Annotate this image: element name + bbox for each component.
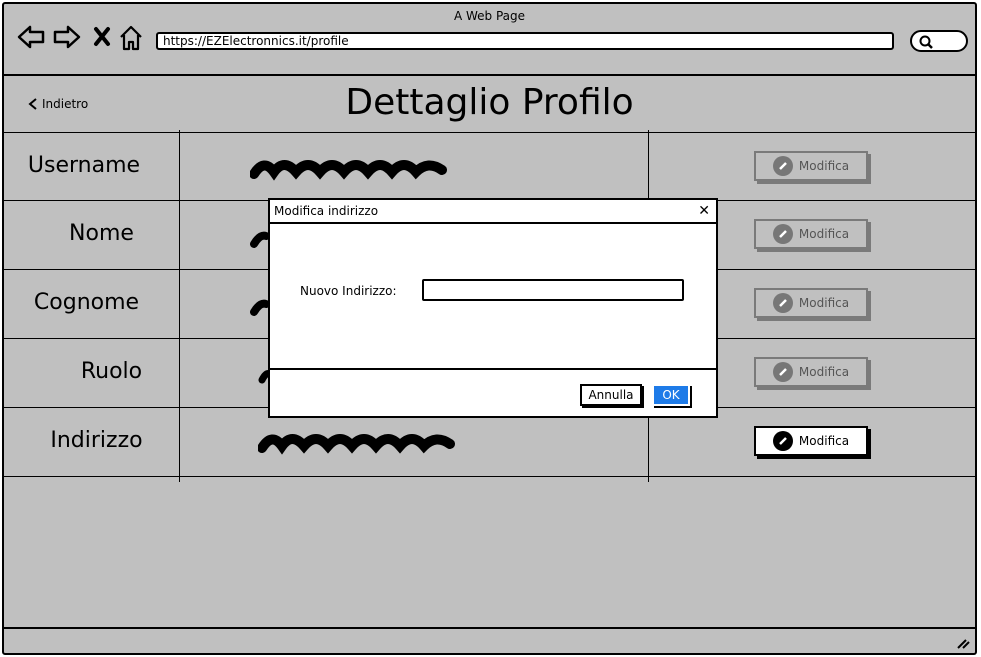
address-bar[interactable]: https://EZElectronnics.it/profile — [156, 32, 894, 50]
search-icon — [919, 35, 933, 49]
home-icon[interactable] — [118, 24, 144, 52]
dialog-title: Modifica indirizzo — [274, 204, 379, 218]
redacted-value-username — [250, 160, 447, 181]
row-label-ruolo: Ruolo — [80, 359, 143, 384]
edit-address-dialog: Modifica indirizzo ✕ Nuovo Indirizzo: An… — [268, 198, 718, 418]
table-divider — [4, 476, 975, 477]
new-address-input[interactable] — [422, 279, 684, 301]
status-bar — [4, 627, 975, 653]
page-title: Dettaglio Profilo — [345, 82, 634, 123]
pencil-icon — [772, 431, 793, 451]
forward-arrow-icon[interactable] — [52, 24, 82, 50]
pencil-icon — [772, 293, 793, 313]
edit-username-button[interactable]: Modifica — [754, 151, 868, 181]
edit-indirizzo-button[interactable]: Modifica — [754, 426, 868, 456]
redacted-value-cognome — [250, 299, 270, 316]
search-box[interactable] — [910, 30, 968, 52]
row-label-cognome: Cognome — [33, 290, 140, 315]
edit-button-label: Modifica — [798, 434, 850, 448]
table-divider — [4, 132, 975, 133]
resize-grip-icon[interactable] — [955, 636, 971, 650]
edit-ruolo-button[interactable]: Modifica — [754, 357, 868, 387]
pencil-icon — [772, 224, 793, 244]
row-label-indirizzo: Indirizzo — [50, 428, 143, 453]
stop-icon[interactable] — [92, 24, 112, 50]
browser-toolbar: A Web Page https://EZElectronnics.it/pro… — [4, 4, 975, 76]
pencil-icon — [772, 362, 793, 382]
window-title: A Web Page — [453, 9, 526, 23]
redacted-value-indirizzo — [258, 434, 455, 455]
row-label-nome: Nome — [69, 221, 134, 246]
edit-button-label: Modifica — [798, 159, 850, 173]
close-icon[interactable]: ✕ — [698, 200, 710, 222]
row-label-username: Username — [27, 153, 141, 178]
ok-button[interactable]: OK — [652, 384, 690, 406]
cancel-button[interactable]: Annulla — [580, 384, 642, 406]
edit-button-label: Modifica — [798, 365, 850, 379]
edit-button-label: Modifica — [798, 296, 850, 310]
dialog-footer-divider — [270, 368, 716, 370]
dialog-header: Modifica indirizzo — [270, 200, 716, 224]
edit-button-label: Modifica — [798, 227, 850, 241]
browser-window: A Web Page https://EZElectronnics.it/pro… — [2, 2, 977, 655]
new-address-label: Nuovo Indirizzo: — [300, 284, 397, 298]
edit-cognome-button[interactable]: Modifica — [754, 288, 868, 318]
back-arrow-icon[interactable] — [16, 24, 46, 50]
redacted-value-nome — [250, 231, 270, 248]
pencil-icon — [772, 156, 793, 176]
edit-nome-button[interactable]: Modifica — [754, 219, 868, 249]
